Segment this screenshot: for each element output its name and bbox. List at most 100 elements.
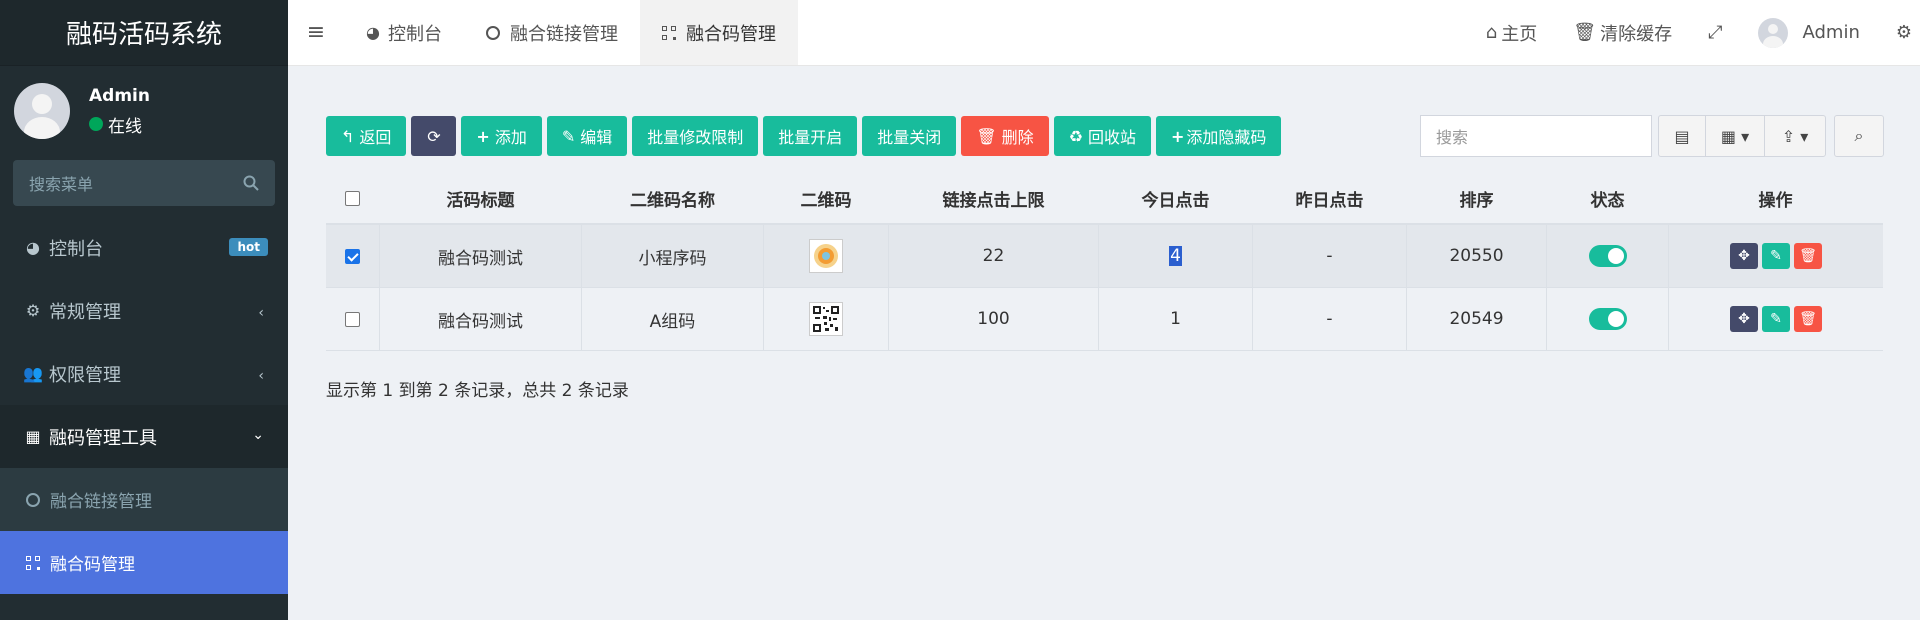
status-toggle[interactable]	[1588, 245, 1627, 267]
batch-limit-button[interactable]: 批量修改限制	[632, 116, 759, 156]
app-title[interactable]: 融码活码系统	[0, 0, 288, 66]
menu-search-input[interactable]: 搜索菜单	[13, 160, 275, 206]
add-button[interactable]: + 添加	[461, 116, 542, 156]
clear-cache-link[interactable]: 🗑 清除缓存	[1555, 20, 1690, 46]
tab-label: 控制台	[387, 23, 442, 45]
recycle-icon: ♻	[1068, 126, 1083, 146]
row-delete-button[interactable]: 🗑	[1794, 306, 1822, 332]
cell-yesterday: -	[1253, 288, 1407, 350]
search-button[interactable]: ⌕	[1834, 115, 1884, 157]
recycle-bin-button[interactable]: ♻ 回收站	[1053, 116, 1151, 156]
header-cell[interactable]: 昨日点击	[1253, 173, 1407, 223]
search-icon: ⌕	[1854, 126, 1864, 145]
export-icon: ⇪ ▾	[1781, 126, 1809, 146]
cell-name: 小程序码	[582, 225, 764, 287]
chevron-left-icon: ‹	[258, 368, 264, 384]
add-label: 添加	[494, 128, 527, 147]
cell-today: 1	[1099, 288, 1253, 350]
edit-label: 编辑	[580, 128, 613, 147]
sidebar-item-label: 权限管理	[49, 364, 121, 386]
pencil-icon: ✎	[1770, 311, 1782, 327]
sidebar-item-fusion-tools[interactable]: ▦ 融码管理工具 ⌄	[0, 405, 288, 468]
trash-icon: 🗑	[976, 126, 997, 146]
pencil-icon: ✎	[1770, 248, 1782, 264]
header-cell[interactable]: 链接点击上限	[889, 173, 1099, 223]
back-label: 返回	[359, 128, 392, 147]
status-toggle[interactable]	[1588, 308, 1627, 330]
sidebar-item-dashboard[interactable]: ◕ 控制台 hot	[0, 216, 288, 279]
circle-icon	[26, 492, 40, 507]
move-icon: ✥	[1738, 248, 1750, 264]
cell-order: 20550	[1407, 225, 1547, 287]
row-checkbox[interactable]	[345, 311, 360, 327]
columns-button[interactable]: ▦ ▾	[1705, 115, 1765, 157]
move-icon: ✥	[1738, 311, 1750, 327]
sidebar-item-permissions[interactable]: 👥 权限管理 ‹	[0, 342, 288, 405]
header-cell[interactable]: 活码标题	[380, 173, 582, 223]
row-edit-button[interactable]: ✎	[1762, 306, 1790, 332]
circle-icon	[485, 25, 500, 40]
table-row[interactable]: 融合码测试 小程序码 22 4 - 20550 ✥ ✎ 🗑	[326, 225, 1883, 288]
tab-fusion-codes[interactable]: 融合码管理	[639, 0, 798, 65]
user-name: Admin	[1802, 22, 1860, 43]
settings-button[interactable]: ⚙	[1878, 22, 1920, 43]
batch-disable-label: 批量关闭	[877, 128, 942, 147]
fullscreen-button[interactable]: ⤢	[1690, 22, 1740, 43]
header-cell[interactable]: 状态	[1547, 173, 1669, 223]
sidebar-subitem-fusion-codes[interactable]: 融合码管理	[0, 531, 288, 594]
plus-icon: +	[476, 126, 490, 146]
batch-disable-button[interactable]: 批量关闭	[862, 116, 957, 156]
row-edit-button[interactable]: ✎	[1762, 243, 1790, 269]
reply-icon: ↰	[341, 126, 355, 146]
submenu: 融合链接管理 融合码管理	[0, 468, 288, 594]
sidebar-item-label: 融码管理工具	[49, 427, 157, 449]
menu-toggle-icon[interactable]: ≡	[288, 20, 344, 45]
top-navbar: ≡ ◕ 控制台 融合链接管理 融合码管理 ⌂ 主页 🗑 清除缓存 ⤢ Admin…	[288, 0, 1920, 66]
menu-search-placeholder: 搜索菜单	[29, 175, 94, 194]
row-delete-button[interactable]: 🗑	[1794, 243, 1822, 269]
edit-button[interactable]: ✎ 编辑	[546, 116, 628, 156]
batch-enable-button[interactable]: 批量开启	[763, 116, 858, 156]
tab-label: 融合链接管理	[509, 23, 618, 45]
select-all-checkbox[interactable]	[345, 190, 360, 206]
export-button[interactable]: ⇪ ▾	[1764, 115, 1826, 157]
qr-code-image[interactable]	[809, 302, 843, 336]
refresh-button[interactable]: ⟳	[411, 116, 457, 156]
table-row[interactable]: 融合码测试 A组码 100 1 - 20549 ✥ ✎ 🗑	[326, 288, 1883, 351]
row-checkbox[interactable]	[345, 248, 360, 264]
dashboard-icon: ◕	[26, 238, 40, 257]
sidebar-subitem-fusion-links[interactable]: 融合链接管理	[0, 468, 288, 531]
table-search-input[interactable]: 搜索	[1420, 115, 1652, 157]
header-cell[interactable]: 二维码名称	[582, 173, 764, 223]
delete-button[interactable]: 🗑 删除	[961, 116, 1049, 156]
user-status: 在线	[89, 112, 150, 137]
home-link[interactable]: ⌂ 主页	[1468, 20, 1555, 46]
toggle-view-button[interactable]: ▤	[1658, 115, 1706, 157]
tab-dashboard[interactable]: ◕ 控制台	[344, 0, 464, 65]
gears-icon: ⚙	[1895, 22, 1912, 43]
drag-sort-button[interactable]: ✥	[1730, 306, 1758, 332]
recycle-label: 回收站	[1087, 128, 1136, 147]
expand-icon: ⤢	[1708, 22, 1723, 43]
drag-sort-button[interactable]: ✥	[1730, 243, 1758, 269]
status-text: 在线	[108, 116, 142, 137]
header-cell: 操作	[1758, 190, 1793, 211]
sidebar-item-label: 控制台	[49, 238, 103, 260]
hot-badge: hot	[229, 238, 268, 256]
add-hidden-code-button[interactable]: + 添加隐藏码	[1156, 116, 1282, 156]
avatar	[14, 83, 70, 139]
header-cell[interactable]: 排序	[1407, 173, 1547, 223]
clear-cache-label: 清除缓存	[1600, 23, 1673, 45]
back-button[interactable]: ↰ 返回	[326, 116, 407, 156]
sidebar-item-general[interactable]: ⚙ 常规管理 ‹	[0, 279, 288, 342]
view-toggle-group: ▤ ▦ ▾ ⇪ ▾	[1658, 115, 1826, 157]
header-cell[interactable]: 今日点击	[1099, 173, 1253, 223]
tab-fusion-links[interactable]: 融合链接管理	[464, 0, 640, 65]
miniprogram-code-image[interactable]	[809, 239, 843, 273]
sidebar-subitem-label: 融合链接管理	[50, 492, 152, 512]
chevron-down-icon: ⌄	[252, 427, 264, 443]
search-icon[interactable]	[243, 175, 259, 191]
user-menu[interactable]: Admin	[1740, 17, 1877, 48]
sidebar-item-label: 常规管理	[49, 301, 121, 323]
delete-label: 删除	[1001, 128, 1034, 147]
